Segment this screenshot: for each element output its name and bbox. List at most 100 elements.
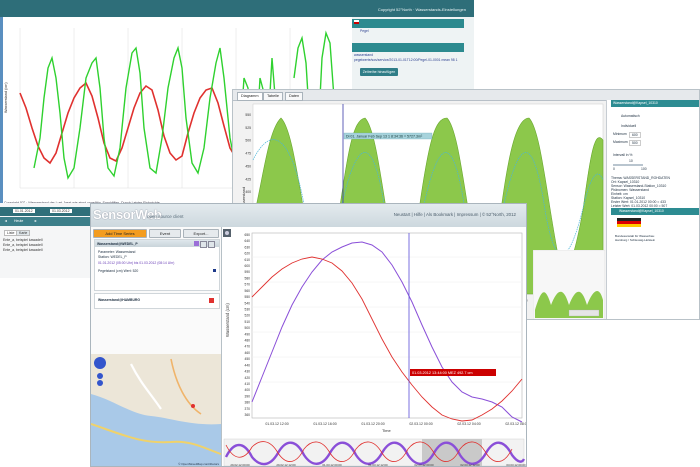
main-ytick-label: 560 (244, 289, 250, 293)
settings-icon[interactable] (223, 229, 231, 237)
map-canvas[interactable] (91, 354, 221, 467)
svg-text:Wasserstand (cm): Wasserstand (cm) (4, 82, 8, 113)
main-ytick-label: 630 (244, 245, 250, 249)
chart-tooltip: 01.03.2012 13:44:00 MEZ 492.7 cm (412, 371, 473, 375)
option-individual[interactable]: Individuell (621, 124, 636, 128)
min-input[interactable]: 600 (629, 132, 641, 138)
main-xlabel: Time (382, 428, 392, 433)
option-automatic[interactable]: Automatisch (621, 114, 640, 118)
today-button[interactable]: Heute (14, 219, 23, 223)
add-timeseries-button[interactable]: Zeitreihe hinzufügen (360, 68, 398, 76)
main-ytick-label: 390 (244, 394, 250, 398)
max-label: Maximum (613, 140, 628, 144)
mid-ytick-label: 425 (245, 177, 251, 181)
main-ylabel: Wasserstand (cm) (225, 303, 230, 337)
prev-button[interactable]: ◄ (4, 219, 7, 223)
main-ytick-label: 480 (244, 339, 250, 343)
time-from-input[interactable]: 01.01.2012 (13, 209, 35, 213)
main-xtick-label: 02.03.12 08:00 (505, 422, 527, 426)
mid-preview (533, 250, 605, 319)
toolbar-2: ◄ Heute ► (0, 217, 90, 226)
panel-header-2 (352, 43, 464, 52)
right-panel-header: Wasserstand@Kapsel_10310 (611, 100, 699, 107)
interval-value: 10 (629, 159, 633, 163)
window-front: SensorWeb open source client Neustart | … (90, 203, 527, 467)
map-view[interactable]: © OpenStreetMap contributors (91, 354, 221, 467)
main-ytick-label: 500 (244, 326, 250, 330)
info-icon[interactable] (200, 241, 207, 248)
series-link-2[interactable]: wasserstand (354, 53, 373, 57)
mid-right-panel: Wasserstand@Kapsel_10310 Automatisch Ind… (606, 100, 699, 319)
main-ytick-label: 430 (244, 370, 250, 374)
main-ytick-label: 420 (244, 376, 250, 380)
close-icon[interactable] (208, 241, 215, 248)
main-ytick-label: 440 (244, 363, 250, 367)
color-swatch[interactable] (194, 241, 199, 246)
max-input[interactable]: 500 (629, 140, 641, 146)
series-color-square (213, 269, 216, 272)
min-label: Minimum (613, 132, 627, 136)
main-ytick-label: 570 (244, 283, 250, 287)
main-ytick-label: 370 (244, 407, 250, 411)
overview-tick-label: 29.02.12 00:00 (230, 463, 250, 467)
main-ytick-label: 490 (244, 332, 250, 336)
main-xtick-label: 02.03.12 04:00 (457, 422, 480, 426)
event-button[interactable]: Event (149, 229, 181, 238)
list-item[interactable]: Ente_a, beispiel kawadell (3, 248, 43, 252)
mid-ytick-label: 550 (245, 113, 251, 117)
flag-icon (354, 20, 359, 24)
series-panel: Add Time Series Event Export... Wasserst… (91, 227, 222, 467)
main-ytick-label: 450 (244, 357, 250, 361)
mid-ytick-label: 475 (245, 152, 251, 156)
interval-label: Intervall in % (613, 153, 633, 157)
time-to-input[interactable]: 01.03.2012 (50, 209, 72, 213)
main-ytick-label: 380 (244, 401, 250, 405)
overview-tick-label: 02.03.12 12:00 (460, 463, 480, 467)
list-item[interactable]: Ente_a, beispiel kawadell (3, 238, 43, 242)
main-ytick-label: 520 (244, 314, 250, 318)
list-item[interactable]: Ente_a, beispiel kawadell (3, 243, 43, 247)
mid-tooltip: Di 01. Januar Feb Sep 13 1 8:34:36 = 572… (346, 135, 423, 139)
series-card-header: Wasserstand@WEDEL_P (95, 240, 219, 248)
toolbar: 01.01.2012 01.03.2012 (0, 207, 90, 216)
main-xticks: 01.03.12 12:00 01.03.12 16:00 01.03.12 20:… (265, 422, 527, 426)
baw-logo-icon (617, 218, 641, 227)
main-xtick-label: 01.03.12 16:00 (313, 422, 336, 426)
main-ytick-label: 640 (244, 239, 250, 243)
main-ytick-label: 400 (244, 388, 250, 392)
overview-selection (422, 439, 482, 466)
mid-ytick-label: 525 (245, 126, 251, 130)
interval-slider[interactable] (613, 164, 643, 166)
map-pan-control[interactable] (93, 356, 107, 386)
overview-tick-label: 01.03.12 12:00 (368, 463, 388, 467)
mid-ytick-label: 500 (245, 139, 251, 143)
right-panel-header-2: Wasserstand@Kapsel_10310 (611, 208, 699, 215)
series-card[interactable]: Wasserstand@HAMBURG (94, 293, 220, 309)
side-edge (0, 17, 3, 207)
main-xtick-label: 01.03.12 12:00 (265, 422, 288, 426)
map-attribution: © OpenStreetMap contributors (178, 462, 219, 466)
main-chart[interactable]: 01.03.2012 13:44:00 MEZ 492.7 cm Wassers… (222, 227, 527, 467)
nav-links[interactable]: Neustart | Hilfe | Als Bookmark | Impres… (394, 212, 516, 217)
main-ytick-label: 650 (244, 233, 250, 237)
series-link-1[interactable]: Pegel (360, 29, 369, 33)
main-xtick-label: 01.03.12 20:00 (361, 422, 384, 426)
tab-map[interactable]: Karte (16, 230, 31, 236)
mid-ytick-label: 450 (245, 164, 251, 168)
overview-tick-label: 29.02.12 12:00 (276, 463, 296, 467)
main-ytick-label: 590 (244, 270, 250, 274)
series-link-3[interactable]: pegelwerte/sos/service/2013-01-01T12:00/… (354, 58, 468, 62)
next-button[interactable]: ► (34, 219, 37, 223)
info-block: Thema: WASSERSTAND_ROHDATEN Ort: Kapsel_… (611, 176, 670, 208)
main-ytick-label: 580 (244, 276, 250, 280)
main-xtick-label: 02.03.12 00:00 (409, 422, 432, 426)
overview-tick-label: 03.03.12 00:00 (506, 463, 526, 467)
series-card[interactable]: Wasserstand@WEDEL_P Parameter: Wassersta… (94, 239, 220, 291)
main-ytick-label: 620 (244, 252, 250, 256)
add-time-series-button[interactable]: Add Time Series (93, 229, 147, 238)
main-ytick-label: 410 (244, 382, 250, 386)
window-list: 01.01.2012 01.03.2012 ◄ Heute ► Liste Ka… (0, 203, 90, 278)
station-marker (191, 404, 195, 408)
panel-header (352, 19, 464, 28)
export-button[interactable]: Export... (183, 229, 219, 238)
